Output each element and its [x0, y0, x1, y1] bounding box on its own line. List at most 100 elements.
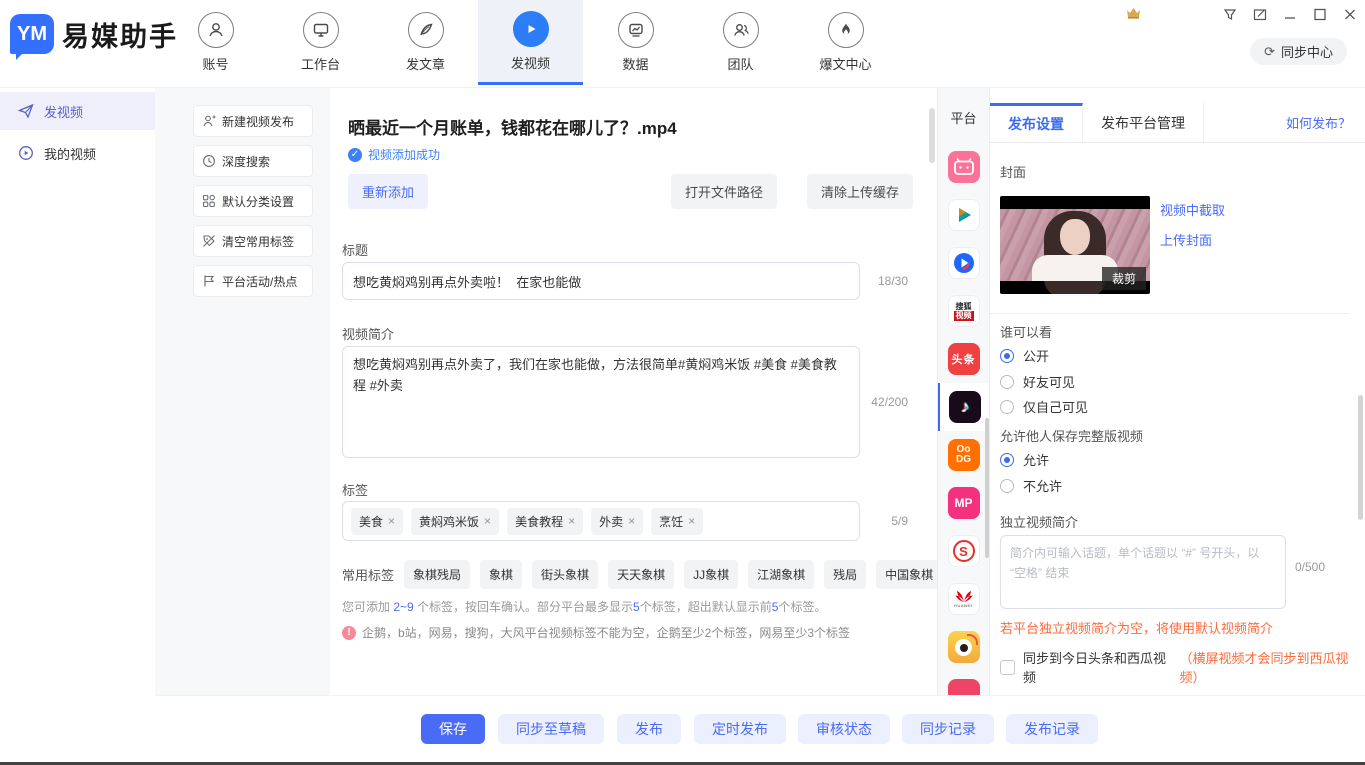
sync-to-draft-button[interactable]: 同步至草稿	[498, 714, 604, 744]
user-plus-icon	[202, 114, 216, 128]
deep-search-button[interactable]: 深度搜索	[193, 145, 313, 177]
nav-item-publish-video[interactable]: 发视频	[478, 0, 583, 85]
hint-number: 2~9	[393, 600, 413, 614]
readd-video-button[interactable]: 重新添加	[348, 174, 428, 209]
common-tag[interactable]: JJ象棋	[684, 560, 738, 589]
allow-save-option-deny[interactable]: 不允许	[1000, 476, 1062, 495]
nav-item-hot-center[interactable]: 爆文中心	[793, 0, 898, 85]
desc-counter: 42/200	[871, 395, 908, 409]
allow-save-option-allow[interactable]: 允许	[1000, 450, 1049, 469]
remove-tag-icon[interactable]: ×	[484, 514, 491, 528]
remove-tag-icon[interactable]: ×	[568, 514, 575, 528]
sync-center-button[interactable]: ⟳ 同步中心	[1250, 38, 1347, 65]
platform-tencent-video[interactable]	[937, 191, 990, 239]
tray-icon[interactable]	[1223, 8, 1237, 21]
save-button[interactable]: 保存	[421, 714, 485, 744]
maximize-icon[interactable]	[1313, 8, 1327, 21]
sina-icon: S	[948, 535, 980, 567]
warning-icon: !	[342, 626, 356, 640]
platform-sina[interactable]: S	[937, 527, 990, 575]
hint-text: 个标签，按回车确认。部分平台最多显示	[414, 600, 633, 614]
nav-item-data[interactable]: 数据	[583, 0, 688, 85]
action-button-label: 默认分类设置	[222, 193, 294, 210]
platform-kuaishou[interactable]: OoDG	[937, 431, 990, 479]
sidebar-item-publish-video[interactable]: 发视频	[0, 92, 155, 130]
upload-status: ✓ 视频添加成功	[348, 146, 440, 163]
rail-scrollbar[interactable]	[985, 418, 989, 558]
visibility-option-private[interactable]: 仅自己可见	[1000, 397, 1088, 416]
common-tag[interactable]: 江湖象棋	[748, 560, 814, 589]
publish-button[interactable]: 发布	[617, 714, 681, 744]
title-input[interactable]	[342, 262, 860, 300]
review-status-button[interactable]: 审核状态	[798, 714, 890, 744]
tag-chip: 美食×	[351, 508, 403, 535]
sohu-text-bottom: 视频	[954, 311, 974, 321]
common-tag[interactable]: 象棋	[480, 560, 522, 589]
sync-toutiao-checkbox-row[interactable]: 同步到今日头条和西瓜视频 （横屏视频才会同步到西瓜视频）	[1000, 648, 1365, 686]
refresh-icon: ⟳	[1264, 44, 1275, 60]
minimize-icon[interactable]	[1283, 8, 1297, 21]
tab-publish-settings[interactable]: 发布设置	[990, 103, 1083, 142]
independent-desc-textarea[interactable]	[1000, 535, 1286, 609]
platform-mp[interactable]: MP	[937, 479, 990, 527]
nav-item-publish-article[interactable]: 发文章	[373, 0, 478, 85]
desc-textarea[interactable]	[342, 346, 860, 458]
vip-crown-icon	[1126, 6, 1141, 24]
main-scrollbar[interactable]	[929, 108, 935, 163]
platform-sohu-video[interactable]: 搜狐 视频	[937, 287, 990, 335]
platform-bilibili[interactable]	[937, 143, 990, 191]
nav-item-account[interactable]: 账号	[163, 0, 268, 85]
clear-upload-cache-button[interactable]: 清除上传缓存	[807, 174, 913, 209]
tags-input[interactable]: 美食× 黄焖鸡米饭× 美食教程× 外卖× 烹饪×	[342, 501, 860, 541]
visibility-option-friends[interactable]: 好友可见	[1000, 372, 1075, 391]
cover-section-label: 封面	[1000, 162, 1026, 181]
common-tag[interactable]: 街头象棋	[532, 560, 598, 589]
nav-label: 发视频	[511, 53, 550, 72]
platform-huawei[interactable]: HUAWEI	[937, 575, 990, 623]
default-category-settings-button[interactable]: 默认分类设置	[193, 185, 313, 217]
platform-list: 搜狐 视频 头条 ♪ OoDG MP S HUAWEI	[938, 143, 989, 695]
cover-thumbnail[interactable]: 裁剪	[1000, 196, 1150, 294]
tab-platform-management[interactable]: 发布平台管理	[1083, 103, 1204, 142]
platform-douyin[interactable]: ♪	[937, 383, 990, 431]
platform-partial[interactable]	[937, 671, 990, 695]
hint-number: 5	[633, 600, 640, 614]
remove-tag-icon[interactable]: ×	[628, 514, 635, 528]
open-file-path-button[interactable]: 打开文件路径	[671, 174, 777, 209]
common-tag[interactable]: 天天象棋	[608, 560, 674, 589]
platform-haokan-video[interactable]	[937, 239, 990, 287]
publish-records-button[interactable]: 发布记录	[1006, 714, 1098, 744]
clear-common-tags-button[interactable]: 清空常用标签	[193, 225, 313, 257]
platform-toutiao[interactable]: 头条	[937, 335, 990, 383]
upload-cover-link[interactable]: 上传封面	[1160, 230, 1212, 249]
app-window: YM 易媒助手 账号 工作台 发文章	[0, 0, 1365, 765]
remove-tag-icon[interactable]: ×	[688, 514, 695, 528]
scheduled-publish-button[interactable]: 定时发布	[694, 714, 786, 744]
hint-text: 个标签，超出默认显示前	[640, 600, 772, 614]
new-video-publish-button[interactable]: 新建视频发布	[193, 105, 313, 137]
nav-label: 工作台	[301, 54, 340, 73]
platform-activity-button[interactable]: 平台活动/热点	[193, 265, 313, 297]
how-to-publish-link[interactable]: 如何发布？	[1286, 113, 1351, 132]
quick-actions-column: 新建视频发布 深度搜索 默认分类设置 清空常用标签 平台活动/热点	[155, 88, 330, 695]
remove-tag-icon[interactable]: ×	[388, 514, 395, 528]
independent-desc-label: 独立视频简介	[1000, 512, 1078, 531]
sidebar-item-my-videos[interactable]: 我的视频	[0, 134, 155, 172]
nav-item-team[interactable]: 团队	[688, 0, 793, 85]
visibility-option-public[interactable]: 公开	[1000, 346, 1049, 365]
capture-from-video-link[interactable]: 视频中截取	[1160, 200, 1225, 219]
feedback-icon[interactable]	[1253, 8, 1267, 21]
common-tag[interactable]: 中国象棋	[876, 560, 942, 589]
sync-records-button[interactable]: 同步记录	[902, 714, 994, 744]
nav-item-workbench[interactable]: 工作台	[268, 0, 373, 85]
platform-weibo[interactable]	[937, 623, 990, 671]
title-field-row: 18/30	[342, 262, 908, 300]
panel-scrollbar[interactable]	[1358, 395, 1363, 520]
common-tag[interactable]: 残局	[824, 560, 866, 589]
close-icon[interactable]	[1343, 8, 1357, 21]
crop-button[interactable]: 裁剪	[1102, 267, 1146, 290]
bilibili-icon	[948, 151, 980, 183]
warning-text: 企鹅，b站，网易，搜狗，大风平台视频标签不能为空，企鹅至少2个标签，网易至少3个…	[362, 624, 850, 641]
left-sidebar: 发视频 我的视频	[0, 88, 155, 762]
common-tag[interactable]: 象棋残局	[404, 560, 470, 589]
